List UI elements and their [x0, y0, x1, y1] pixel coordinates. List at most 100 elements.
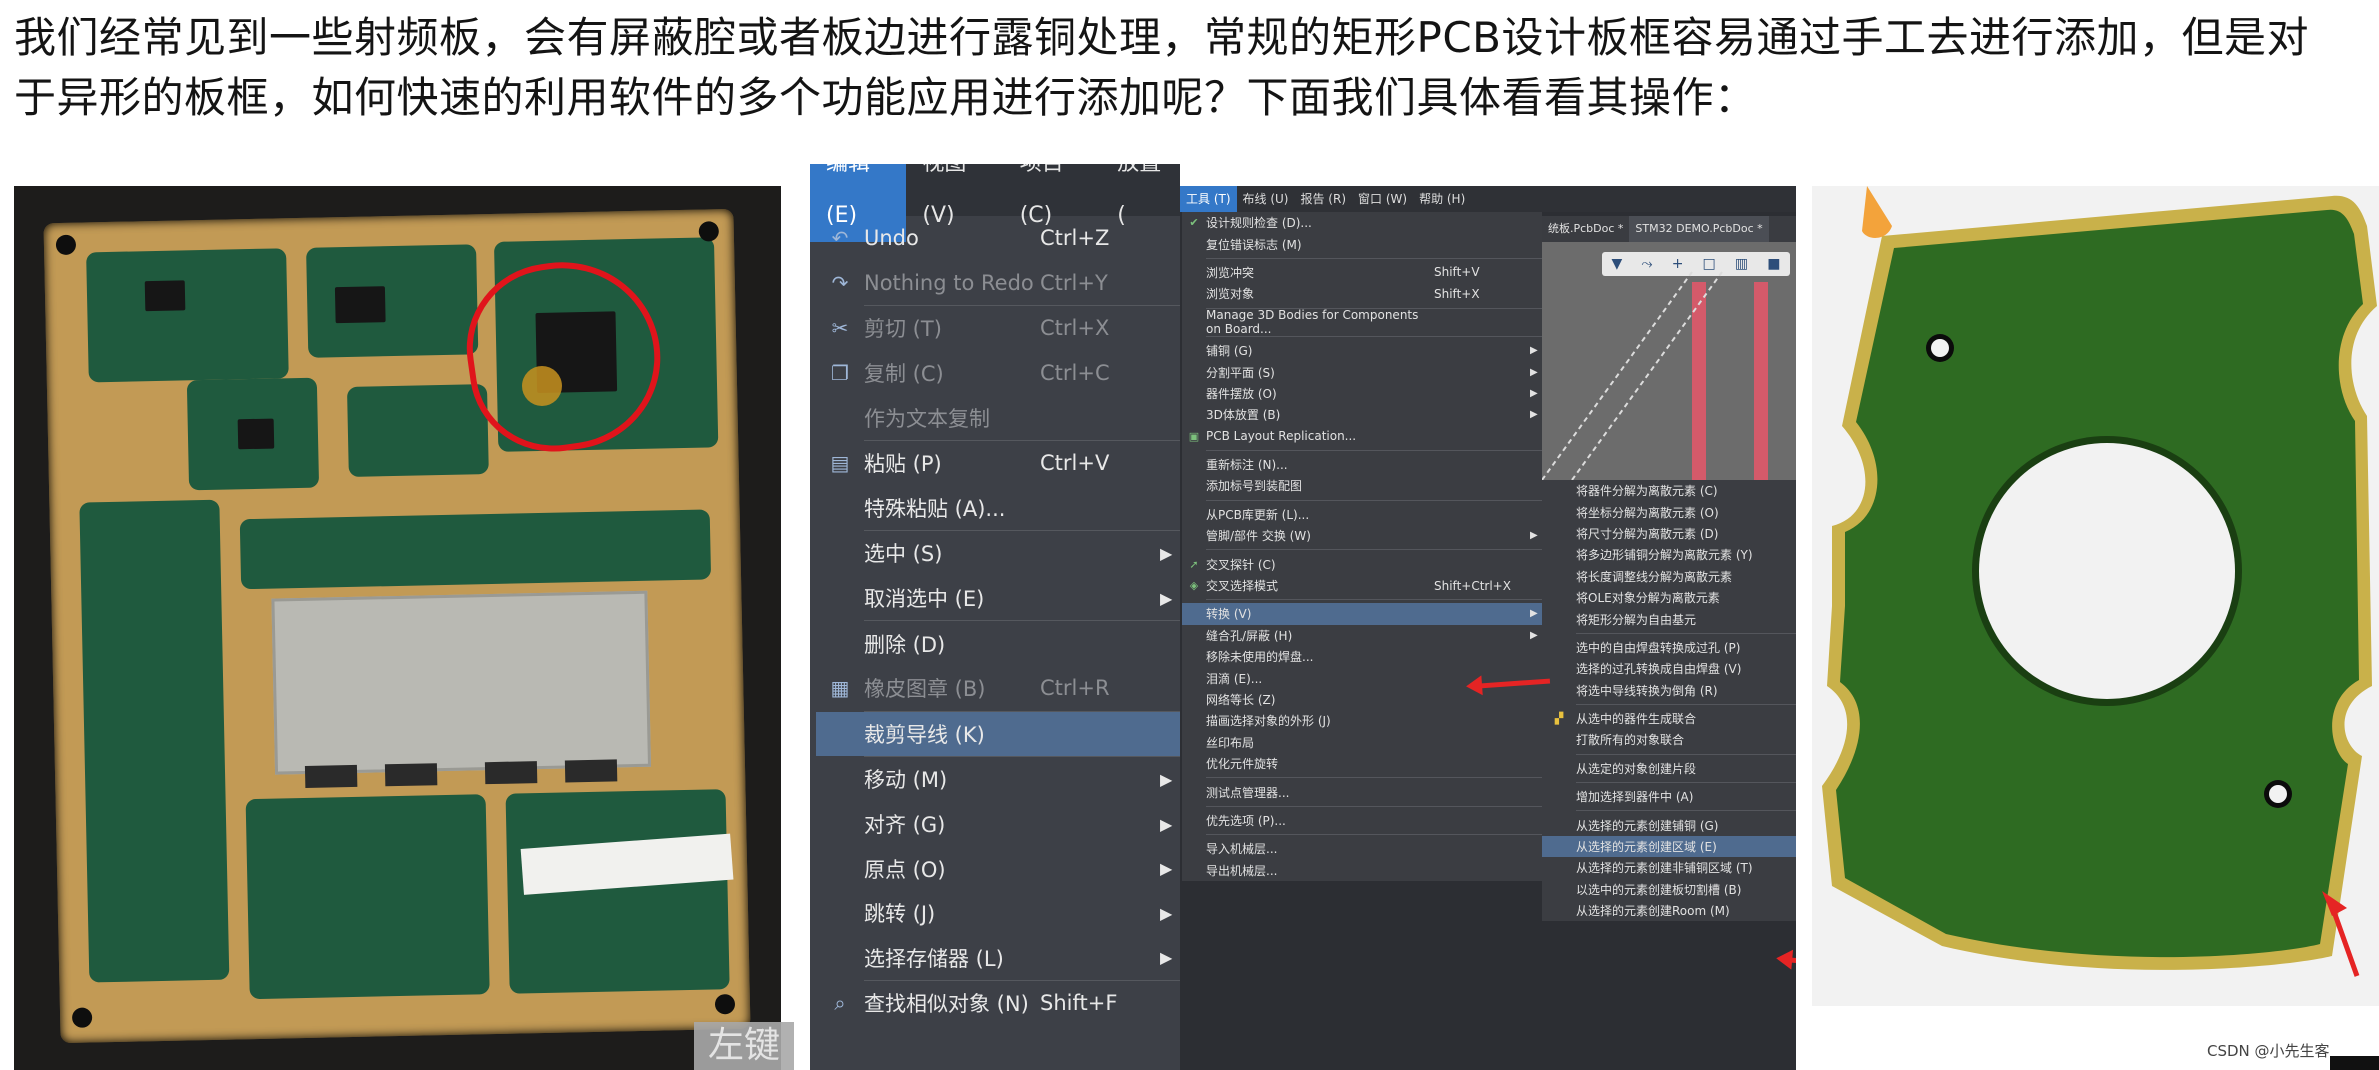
- menu-item-label: 器件摆放 (O): [1206, 386, 1277, 401]
- corner-fragment: [2330, 1056, 2379, 1070]
- menu-item[interactable]: 器件摆放 (O) ▶: [1182, 383, 1542, 404]
- menu-item[interactable]: 优化元件旋转: [1182, 753, 1542, 774]
- menu-item[interactable]: 优先选项 (P)...: [1182, 810, 1542, 831]
- menu-item[interactable]: ◈ 交叉选择模式 Shift+Ctrl+X: [1182, 575, 1542, 596]
- paste-icon: ▤: [830, 451, 850, 476]
- menu-item[interactable]: 转换 (V) ▶: [1182, 603, 1542, 625]
- menu-item[interactable]: 作为文本复制: [816, 395, 1180, 440]
- submenu-item[interactable]: 从选择的元素创建非铺铜区域 (T): [1542, 857, 1796, 878]
- submenu-item[interactable]: 将矩形分解为自由基元: [1542, 608, 1796, 629]
- menu-item-label: 查找相似对象 (N): [864, 992, 1029, 1017]
- menu-item[interactable]: 分割平面 (S) ▶: [1182, 361, 1542, 382]
- menu-item[interactable]: 管脚/部件 交换 (W) ▶: [1182, 525, 1542, 546]
- menu-item[interactable]: ➚ 交叉探针 (C): [1182, 553, 1542, 574]
- menu-item[interactable]: ✔ 设计规则检查 (D)...: [1182, 212, 1542, 233]
- menu-item[interactable]: ↶ Undo Ctrl+Z: [816, 216, 1180, 261]
- submenu-item[interactable]: 将选中导线转换为倒角 (R): [1542, 680, 1796, 701]
- menubar: 编辑 (E)视图 (V)项目 (C)放置 (: [810, 164, 1180, 242]
- menu-item[interactable]: 3D体放置 (B) ▶: [1182, 404, 1542, 425]
- submenu-item[interactable]: 以选中的元素创建板切割槽 (B): [1542, 879, 1796, 900]
- document-tab[interactable]: STM32 DEMO.PcbDoc *: [1629, 216, 1769, 242]
- submenu-item[interactable]: 选中的自由焊盘转换成过孔 (P): [1542, 637, 1796, 658]
- submenu-item-label: 将OLE对象分解为离散元素: [1576, 591, 1720, 606]
- submenu-item[interactable]: 从选定的对象创建片段: [1542, 758, 1796, 779]
- menu-item-label: 选中 (S): [864, 542, 943, 567]
- menu-item[interactable]: 选择存储器 (L) ▶: [816, 936, 1180, 981]
- menu-item[interactable]: ▦ 橡皮图章 (B) Ctrl+R: [816, 666, 1180, 711]
- menu-item-label: 铺铜 (G): [1206, 344, 1253, 359]
- menubar-item[interactable]: 帮助 (H): [1413, 186, 1471, 212]
- menu-item[interactable]: 添加标号到装配图: [1182, 475, 1542, 496]
- menu-item-shortcut: Ctrl+Y: [1040, 270, 1108, 295]
- menu-item[interactable]: 取消选中 (E) ▶: [816, 576, 1180, 621]
- submenu-item-label: 将坐标分解为离散元素 (O): [1576, 505, 1719, 520]
- document-tab[interactable]: 统板.PcbDoc *: [1542, 216, 1629, 242]
- submenu-item-label: 从选择的元素创建非铺铜区域 (T): [1576, 861, 1753, 876]
- menu-item[interactable]: 删除 (D): [816, 621, 1180, 666]
- menu-item-shortcut: Ctrl+V: [1040, 451, 1110, 476]
- submenu-item[interactable]: 选择的过孔转换成自由焊盘 (V): [1542, 658, 1796, 679]
- menu-item[interactable]: 网络等长 (Z): [1182, 689, 1542, 710]
- menu-item-label: Undo: [864, 226, 919, 251]
- submenu-item[interactable]: 将坐标分解为离散元素 (O): [1542, 501, 1796, 522]
- menu-item[interactable]: ❐ 复制 (C) Ctrl+C: [816, 351, 1180, 396]
- menu-item-label: 浏览冲突: [1206, 265, 1255, 280]
- menu-item-label: PCB Layout Replication...: [1206, 429, 1357, 444]
- menu-item[interactable]: Manage 3D Bodies for Components on Board…: [1182, 308, 1542, 336]
- submenu-item[interactable]: 打散所有的对象联合: [1542, 729, 1796, 750]
- menu-item[interactable]: ▣ PCB Layout Replication...: [1182, 426, 1542, 447]
- menu-item[interactable]: 选中 (S) ▶: [816, 531, 1180, 576]
- shield-pad: [564, 759, 618, 783]
- menu-item[interactable]: 特殊粘贴 (A)...: [816, 486, 1180, 531]
- submenu-item-label: 将长度调整线分解为离散元素: [1576, 569, 1733, 584]
- odd-shaped-board: [1822, 186, 2377, 977]
- menu-item[interactable]: ↷ Nothing to Redo Ctrl+Y: [816, 261, 1180, 306]
- menu-item[interactable]: 移动 (M) ▶: [816, 757, 1180, 802]
- submenu-item[interactable]: 从选择的元素创建Room (M): [1542, 900, 1796, 921]
- menu-item[interactable]: ▤ 粘贴 (P) Ctrl+V: [816, 441, 1180, 486]
- menu-item[interactable]: ✂ 剪切 (T) Ctrl+X: [816, 306, 1180, 351]
- menu-item[interactable]: 测试点管理器...: [1182, 781, 1542, 802]
- menu-item[interactable]: 丝印布局: [1182, 732, 1542, 753]
- menu-item[interactable]: 浏览对象 Shift+X: [1182, 283, 1542, 304]
- menu-item[interactable]: 浏览冲突 Shift+V: [1182, 262, 1542, 283]
- submenu-item[interactable]: 从选择的元素创建区域 (E): [1542, 835, 1796, 858]
- menu-item-label: 优先选项 (P)...: [1206, 813, 1286, 828]
- tools-menu-panel: 工具 (T) 布线 (U) 报告 (R) 窗口 (W) 帮助 (H) ✔ 设计规则检查 (…: [1180, 186, 1796, 1070]
- submenu-item[interactable]: 将器件分解为离散元素 (C): [1542, 480, 1796, 501]
- menubar-item[interactable]: 工具 (T): [1180, 186, 1237, 212]
- menu-item[interactable]: 铺铜 (G) ▶: [1182, 340, 1542, 361]
- submenu-item[interactable]: 增加选择到器件中 (A): [1542, 786, 1796, 807]
- submenu-item[interactable]: 将多边形铺铜分解为离散元素 (Y): [1542, 544, 1796, 565]
- menu-item[interactable]: 复位错误标志 (M): [1182, 233, 1542, 254]
- undo-icon: ↶: [831, 226, 849, 251]
- menu-item[interactable]: 描画选择对象的外形 (J): [1182, 710, 1542, 731]
- convert-submenu: 将器件分解为离散元素 (C) 将坐标分解为离散元素 (O) 将尺寸分解为离散元素 (…: [1542, 480, 1796, 922]
- shield-pad: [384, 763, 438, 787]
- menu-item[interactable]: ⌕ 查找相似对象 (N) Shift+F: [816, 981, 1180, 1026]
- menu-item[interactable]: 原点 (O) ▶: [816, 846, 1180, 891]
- menubar-item[interactable]: 窗口 (W): [1352, 186, 1413, 212]
- menu-item[interactable]: 缝合孔/屏蔽 (H) ▶: [1182, 625, 1542, 646]
- menu-item[interactable]: 对齐 (G) ▶: [816, 802, 1180, 847]
- submenu-item[interactable]: 从选择的元素创建铺铜 (G): [1542, 814, 1796, 835]
- menu-item[interactable]: 从PCB库更新 (L)...: [1182, 504, 1542, 525]
- submenu-item[interactable]: 将尺寸分解为离散元素 (D): [1542, 523, 1796, 544]
- menu-item[interactable]: 导入机械层...: [1182, 838, 1542, 859]
- menu-item[interactable]: 导出机械层...: [1182, 860, 1542, 881]
- submenu-item-label: 从选择的元素创建Room (M): [1576, 904, 1730, 919]
- red-arrow-annotation: [1789, 957, 1796, 970]
- submenu-item[interactable]: ▞ 从选中的器件生成联合: [1542, 708, 1796, 729]
- submenu-item[interactable]: 将OLE对象分解为离散元素: [1542, 587, 1796, 608]
- pcb-editor-view: ▼ ⤳ + □ ▥ ■: [1542, 242, 1796, 480]
- menu-item[interactable]: 移除未使用的焊盘...: [1182, 646, 1542, 667]
- menubar-item[interactable]: 报告 (R): [1294, 186, 1352, 212]
- submenu-item[interactable]: 将长度调整线分解为离散元素: [1542, 566, 1796, 587]
- menu-item-label: 优化元件旋转: [1206, 757, 1279, 772]
- menu-item-label: 复制 (C): [864, 362, 944, 387]
- menu-item[interactable]: 裁剪导线 (K): [816, 711, 1180, 757]
- menubar-item[interactable]: 布线 (U): [1237, 186, 1295, 212]
- menu-item[interactable]: 跳转 (J) ▶: [816, 891, 1180, 936]
- menu-item[interactable]: 重新标注 (N)...: [1182, 454, 1542, 475]
- menu-item-label: Manage 3D Bodies for Components on Board…: [1206, 308, 1419, 337]
